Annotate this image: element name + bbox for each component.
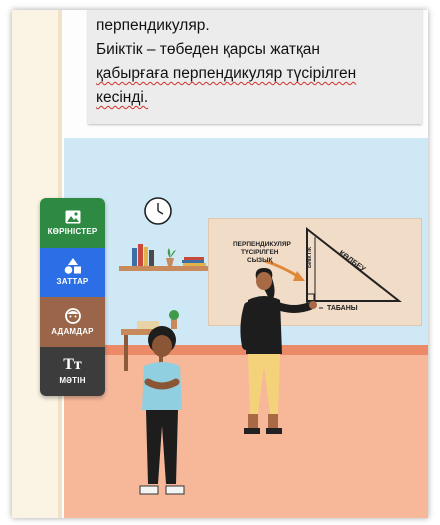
text-line-4: кесінді. <box>96 89 149 106</box>
people-button[interactable]: АДАМДАР <box>40 297 105 347</box>
teacher-character <box>240 268 317 434</box>
classroom-scene[interactable]: ПЕРПЕНДИКУЛЯР ТҮСІРІЛГЕН СЫЗЫҚ БИІКТІК К… <box>64 138 428 518</box>
wall-clock-icon <box>144 197 172 225</box>
things-button[interactable]: ЗАТТАР <box>40 247 105 297</box>
scenes-button[interactable]: КӨРІНІСТЕР <box>40 198 105 248</box>
perpendicular-label-line2: ТҮСІРІЛГЕН <box>241 249 279 256</box>
perpendicular-label-line1: ПЕРПЕНДИКУЛЯР <box>233 241 291 248</box>
people-label: АДАМДАР <box>51 326 94 336</box>
things-label: ЗАТТАР <box>56 277 89 287</box>
shapes-icon <box>64 258 81 275</box>
height-label: БИІКТІК <box>307 246 313 268</box>
text-line-2: Биіктік – төбеден қарсы жатқан <box>96 41 320 58</box>
scenes-label: КӨРІНІСТЕР <box>47 226 98 236</box>
perpendicular-label-line3: СЫЗЫҚ <box>247 257 273 264</box>
asset-toolbar: КӨРІНІСТЕР ЗАТТАР АДАМДАР Тт МӘТІН <box>40 198 105 396</box>
face-icon <box>64 307 81 324</box>
student-character <box>139 326 185 495</box>
bookshelf <box>119 244 221 271</box>
image-icon <box>65 210 80 224</box>
text-box[interactable]: перпендикуляр. Биіктік – төбеден қарсы ж… <box>88 10 422 124</box>
text-button[interactable]: Тт МӘТІН <box>40 346 105 396</box>
text-label: МӘТІН <box>59 376 86 386</box>
text-icon: Тт <box>63 356 82 374</box>
text-line-1: перпендикуляр. <box>96 17 210 34</box>
base-label: ТАБАНЫ <box>327 305 358 312</box>
text-line-3: қабырғаға перпендикуляр түсірілген <box>96 65 357 82</box>
